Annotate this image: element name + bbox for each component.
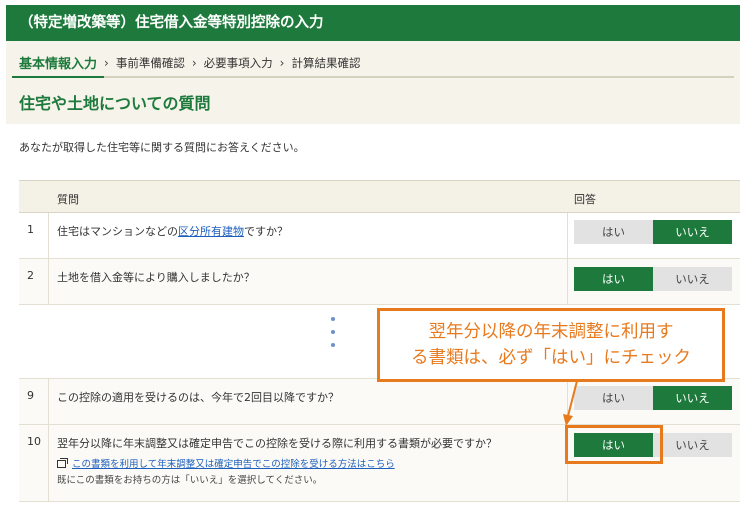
answer-no-button[interactable]: いいえ	[653, 267, 732, 291]
question-text: 土地を借入金等により購入しましたか？	[57, 271, 255, 284]
table-header: 質問 回答	[19, 180, 740, 213]
row-number: 1	[27, 223, 34, 236]
row-number: 10	[27, 435, 41, 448]
header-question: 質問	[57, 193, 79, 206]
condominium-link[interactable]: 区分所有建物	[178, 225, 244, 238]
answer-yes-button[interactable]: はい	[574, 267, 653, 291]
header-answer: 回答	[574, 193, 596, 206]
note-text: 既にこの書類をお持ちの方は「いいえ」を選択してください。	[57, 475, 323, 486]
chevron-right-icon: ›	[104, 55, 109, 70]
page-title: 住宅や土地についての質問	[19, 94, 211, 113]
chevron-right-icon: ›	[279, 55, 285, 70]
question-text: 翌年分以降に年末調整又は確定申告でこの控除を受ける際に利用する書類が必要ですか？	[57, 437, 497, 450]
table-row: 1 住宅はマンションなどの区分所有建物ですか？ はい いいえ	[19, 213, 740, 259]
step-required-input: 必要事項入力	[203, 55, 273, 70]
table-row: 2 土地を借入金等により購入しましたか？ はい いいえ	[19, 259, 740, 305]
howto-link-line: この書類を利用して年末調整又は確定申告でこの控除を受ける方法はこちら	[57, 456, 395, 470]
header-area: 基本情報入力 › 事前準備確認 › 必要事項入力 › 計算結果確認 住宅や土地についての質問	[6, 41, 740, 124]
chevron-right-icon: ›	[191, 55, 197, 70]
step-preparation-check: 事前準備確認	[115, 55, 185, 70]
answer-no-button[interactable]: いいえ	[653, 433, 732, 457]
ellipsis-icon	[331, 317, 337, 356]
answer-no-button[interactable]: いいえ	[653, 220, 732, 244]
step-progress-active	[12, 76, 104, 78]
table-row: 9 この控除の適用を受けるのは、今年で2回目以降ですか？ はい いいえ	[19, 379, 740, 425]
highlight-box	[565, 425, 663, 464]
callout-pointer-arrow	[563, 380, 578, 426]
callout-text: 翌年分以降の年末調整に利用す る書類は、必ず「はい」にチェック	[411, 322, 691, 368]
row-number: 9	[27, 389, 34, 402]
question-text: この控除の適用を受けるのは、今年で2回目以降ですか？	[57, 391, 339, 404]
intro-text: あなたが取得した住宅等に関する質問にお答えください。	[19, 141, 305, 154]
question-text: 住宅はマンションなどの区分所有建物ですか？	[57, 225, 288, 238]
step-indicator: 基本情報入力 › 事前準備確認 › 必要事項入力 › 計算結果確認	[19, 53, 361, 73]
howto-link[interactable]: この書類を利用して年末調整又は確定申告でこの控除を受ける方法はこちら	[72, 459, 395, 470]
step-result-check: 計算結果確認	[291, 55, 361, 70]
external-window-icon	[57, 458, 68, 468]
row-number: 2	[27, 269, 34, 282]
answer-no-button[interactable]: いいえ	[653, 386, 732, 410]
callout-box: 翌年分以降の年末調整に利用す る書類は、必ず「はい」にチェック	[377, 308, 725, 382]
step-progress-line	[12, 76, 734, 78]
step-basic-info: 基本情報入力	[19, 57, 98, 72]
page-header-title: （特定増改築等）住宅借入金等特別控除の入力	[6, 5, 740, 41]
answer-yes-button[interactable]: はい	[574, 220, 653, 244]
